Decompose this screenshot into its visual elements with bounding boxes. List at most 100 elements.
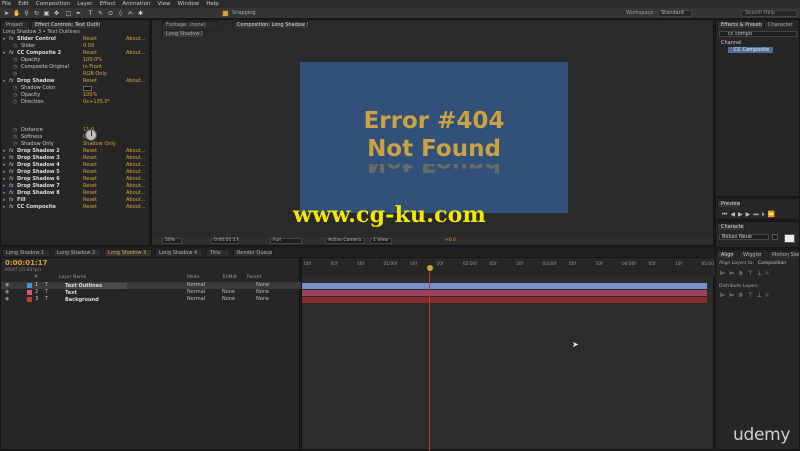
disclosure-triangle-icon[interactable]: ▸ bbox=[3, 183, 6, 190]
fx-toggle-icon[interactable]: fx bbox=[9, 176, 14, 183]
tab-long-shadow-1[interactable]: Long Shadow 1 bbox=[2, 249, 50, 256]
category-channel[interactable]: Channel bbox=[721, 40, 742, 46]
menu-item-window[interactable]: Window bbox=[178, 1, 200, 7]
label-color-swatch[interactable] bbox=[27, 297, 32, 302]
layer-trkmat[interactable]: None bbox=[222, 289, 235, 296]
stopwatch-icon[interactable]: ◷ bbox=[13, 64, 17, 71]
tab-render-queue[interactable]: Render Queue bbox=[233, 249, 273, 256]
effect-row[interactable]: ◷ Composite Original In Front bbox=[1, 64, 151, 71]
reset-link[interactable]: Reset bbox=[83, 169, 97, 176]
stopwatch-icon[interactable]: ◷ bbox=[13, 134, 17, 141]
tab-effect-controls[interactable]: Effect Controls: Text Outlines bbox=[31, 21, 101, 28]
disclosure-triangle-icon[interactable]: ▸ bbox=[3, 204, 6, 211]
layer-bar-text[interactable] bbox=[302, 290, 707, 296]
stroke-color-swatch[interactable] bbox=[784, 234, 795, 243]
layer-name[interactable]: Text bbox=[65, 290, 127, 296]
workspace-select[interactable]: Standard bbox=[658, 10, 692, 17]
roto-brush-tool-icon[interactable]: ✍ bbox=[127, 10, 134, 17]
effect-value[interactable]: Shadow Only bbox=[83, 141, 116, 148]
effect-row[interactable]: ◷ Shadow Only Shadow Only bbox=[1, 141, 151, 148]
distribute-buttons-icon[interactable]: ⊫⊨⊪⊤⊥⊦ bbox=[720, 292, 773, 299]
about-link[interactable]: About... bbox=[126, 36, 146, 43]
about-link[interactable]: About... bbox=[126, 169, 146, 176]
effect-item-cc-composite[interactable]: CC Composite bbox=[728, 47, 773, 53]
resolution-select[interactable]: Full bbox=[270, 238, 302, 244]
effect-row[interactable]: ◷ Opacity 100% bbox=[1, 92, 151, 99]
effect-row[interactable]: ◷ Opacity 100.0% bbox=[1, 57, 151, 64]
effect-row[interactable]: ◷Softness0.0 bbox=[1, 134, 151, 141]
about-link[interactable]: About... bbox=[126, 204, 146, 211]
effect-value[interactable]: 100% bbox=[83, 92, 97, 99]
reset-link[interactable]: Reset bbox=[83, 190, 97, 197]
effect-row[interactable]: ▸ fx Drop Shadow 8 Reset About... bbox=[1, 190, 151, 197]
stopwatch-icon[interactable]: ◷ bbox=[13, 99, 17, 106]
puppet-pin-tool-icon[interactable]: ✱ bbox=[137, 10, 144, 17]
layer-name[interactable]: Background bbox=[65, 297, 127, 303]
fx-toggle-icon[interactable]: fx bbox=[9, 197, 14, 204]
effect-row[interactable]: ▸ fx Drop Shadow 2 Reset About... bbox=[1, 148, 151, 155]
eraser-tool-icon[interactable]: ◊ bbox=[117, 10, 124, 17]
tab-long-shadow-2[interactable]: Long Shadow 2 bbox=[53, 249, 101, 256]
reset-link[interactable]: Reset bbox=[83, 183, 97, 190]
reset-link[interactable]: Reset bbox=[83, 36, 97, 43]
layer-trkmat[interactable]: None bbox=[222, 296, 235, 303]
timecode-display[interactable]: 0:00:01:17 bbox=[211, 238, 239, 244]
layer-row[interactable]: ◉ 3 T Background Normal None None bbox=[1, 296, 301, 303]
layer-parent[interactable]: None bbox=[256, 289, 269, 296]
rectangle-tool-icon[interactable]: □ bbox=[65, 10, 72, 17]
fx-toggle-icon[interactable]: fx bbox=[9, 36, 14, 43]
stopwatch-icon[interactable]: ◷ bbox=[13, 92, 17, 99]
snapping-checkbox[interactable] bbox=[222, 10, 229, 17]
effect-row[interactable]: ▸ fx CC Composite 2 Reset About... bbox=[1, 50, 151, 57]
effect-row[interactable]: ◷ RGB Only bbox=[1, 71, 151, 78]
shadow-color-swatch[interactable] bbox=[83, 86, 92, 91]
disclosure-triangle-icon[interactable]: ▸ bbox=[3, 176, 6, 183]
about-link[interactable]: About... bbox=[126, 183, 146, 190]
hand-tool-icon[interactable]: ✋ bbox=[13, 10, 20, 17]
effect-value[interactable]: 0x+135.0° bbox=[83, 99, 110, 106]
effect-value[interactable]: 100.0% bbox=[83, 57, 102, 64]
type-tool-icon[interactable]: T bbox=[87, 10, 94, 17]
eye-icon[interactable]: ◉ bbox=[5, 296, 9, 303]
tab-project[interactable]: Project bbox=[2, 21, 30, 28]
tab-title[interactable]: Title bbox=[206, 249, 230, 256]
disclosure-triangle-icon[interactable]: ▸ bbox=[3, 78, 6, 85]
about-link[interactable]: About... bbox=[126, 155, 146, 162]
tab-long-shadow-3[interactable]: Long Shadow 3 bbox=[104, 249, 152, 256]
reset-link[interactable]: Reset bbox=[83, 162, 97, 169]
disclosure-triangle-icon[interactable]: ▸ bbox=[3, 169, 6, 176]
exposure-value[interactable]: +0.0 bbox=[445, 238, 456, 243]
disclosure-triangle-icon[interactable]: ▸ bbox=[3, 148, 6, 155]
clone-stamp-tool-icon[interactable]: ⊙ bbox=[107, 10, 114, 17]
effect-row[interactable]: ▸ fx Drop Shadow 3 Reset About... bbox=[1, 155, 151, 162]
fill-color-swatch[interactable] bbox=[772, 234, 778, 240]
brush-tool-icon[interactable]: ✎ bbox=[97, 10, 104, 17]
direction-dial-icon[interactable] bbox=[85, 129, 97, 141]
effect-row[interactable]: ▸ fx Drop Shadow 4 Reset About... bbox=[1, 162, 151, 169]
about-link[interactable]: About... bbox=[126, 78, 146, 85]
fx-toggle-icon[interactable]: fx bbox=[9, 162, 14, 169]
disclosure-triangle-icon[interactable]: ▸ bbox=[3, 36, 6, 43]
effect-value[interactable]: RGB Only bbox=[83, 71, 107, 78]
about-link[interactable]: About... bbox=[126, 176, 146, 183]
reset-link[interactable]: Reset bbox=[83, 78, 97, 85]
fx-toggle-icon[interactable]: fx bbox=[9, 204, 14, 211]
layer-row[interactable]: ◉ 1 T Text Outlines Normal None bbox=[1, 282, 301, 289]
fx-toggle-icon[interactable]: fx bbox=[9, 78, 14, 85]
layer-row[interactable]: ◉ 2 T Text Normal None None bbox=[1, 289, 301, 296]
effect-row[interactable]: ◷ Shadow Color bbox=[1, 85, 151, 92]
selection-tool-icon[interactable]: ➤ bbox=[3, 10, 10, 17]
tab-preview[interactable]: Preview bbox=[717, 200, 741, 207]
effect-row[interactable]: ▸ fx Drop Shadow Reset About... bbox=[1, 78, 151, 85]
layer-bar-text-outlines[interactable] bbox=[302, 283, 707, 289]
fx-toggle-icon[interactable]: fx bbox=[9, 155, 14, 162]
stopwatch-icon[interactable]: ◷ bbox=[13, 85, 17, 92]
reset-link[interactable]: Reset bbox=[83, 176, 97, 183]
effect-row[interactable]: ▸ fx Drop Shadow 6 Reset About... bbox=[1, 176, 151, 183]
about-link[interactable]: About... bbox=[126, 148, 146, 155]
menu-item-help[interactable]: Help bbox=[206, 1, 219, 7]
layer-name[interactable]: Text Outlines bbox=[65, 282, 127, 289]
pen-tool-icon[interactable]: ✒ bbox=[75, 10, 82, 17]
label-color-swatch[interactable] bbox=[27, 283, 32, 288]
tab-motion-sketch[interactable]: Motion Sketch bbox=[768, 251, 800, 258]
